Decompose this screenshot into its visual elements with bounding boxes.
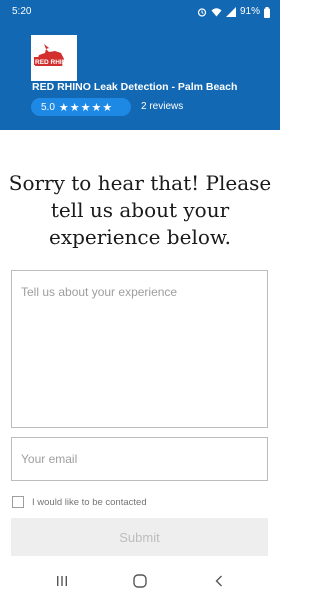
business-name: RED RHINO Leak Detection - Palm Beach xyxy=(32,81,238,93)
feedback-heading: Sorry to hear that! Please tell us about… xyxy=(0,170,280,251)
alarm-icon xyxy=(197,7,207,17)
rating-badge: 5.0 ★★★★★ xyxy=(31,98,131,116)
review-count[interactable]: 2 reviews xyxy=(141,101,183,112)
submit-button[interactable]: Submit xyxy=(11,518,268,556)
system-nav-bar xyxy=(0,562,280,600)
status-time: 5:20 xyxy=(12,6,32,17)
home-icon[interactable] xyxy=(133,574,147,593)
status-bar: 5:20 91% xyxy=(0,0,280,24)
contact-checkbox[interactable] xyxy=(12,496,24,508)
status-icons: 91% xyxy=(197,0,270,24)
signal-icon xyxy=(225,7,236,17)
battery-icon xyxy=(264,6,270,18)
battery-percent: 91% xyxy=(239,6,260,17)
contact-checkbox-label[interactable]: I would like to be contacted xyxy=(32,497,147,508)
feedback-heading-line-2: tell us about your xyxy=(50,198,230,222)
back-icon[interactable] xyxy=(214,574,224,592)
business-header: RED RHINO RED RHINO Leak Detection - Pal… xyxy=(0,24,280,130)
recent-apps-icon[interactable] xyxy=(56,574,68,592)
wifi-icon xyxy=(211,7,222,17)
feedback-heading-line-3: experience below. xyxy=(48,225,231,249)
email-field[interactable] xyxy=(11,437,268,481)
logo-text-red: RED RHINO xyxy=(35,59,71,66)
rating-value: 5.0 xyxy=(41,101,55,113)
feedback-heading-line-1: Sorry to hear that! Please xyxy=(8,171,272,195)
experience-textarea[interactable] xyxy=(11,270,268,428)
business-logo: RED RHINO xyxy=(31,35,77,81)
star-icons: ★★★★★ xyxy=(58,101,114,114)
